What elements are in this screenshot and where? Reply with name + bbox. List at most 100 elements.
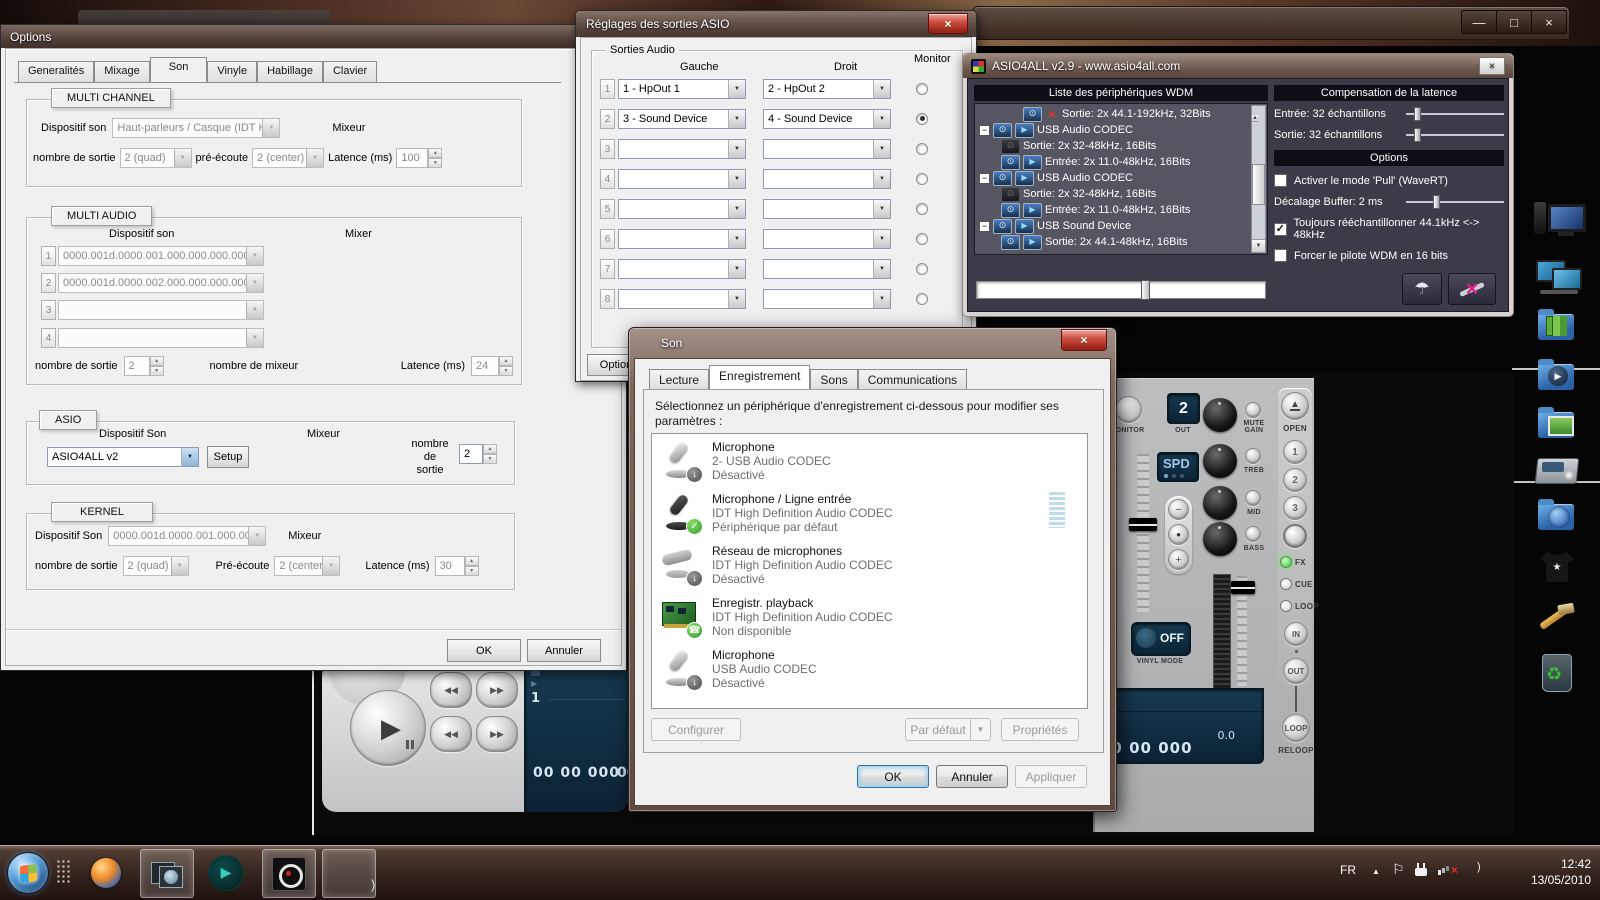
slider-handle[interactable] [1414, 128, 1421, 142]
monitor-radio-8[interactable] [916, 293, 928, 305]
mc-preecoute-combo[interactable]: 2 (center)▼ [252, 148, 324, 168]
cancel-button[interactable]: Annuler [936, 765, 1008, 788]
hotcue-1-button[interactable]: 1 [1283, 440, 1307, 464]
desktop-icon-pictures-folder[interactable] [1532, 404, 1584, 450]
taskbar-browser-button[interactable] [80, 849, 132, 896]
collapse-icon[interactable]: − [979, 221, 990, 232]
chevron-down-icon[interactable]: ▼ [873, 260, 890, 278]
tree-item-label[interactable]: USB Audio CODEC [1037, 124, 1133, 136]
desktop-icon-computer[interactable] [1532, 196, 1584, 242]
chevron-down-icon[interactable]: ▼ [873, 170, 890, 188]
ma-device-combo-2[interactable]: 0000.001d.0000.002.000.000.000.000.000▼ [58, 273, 264, 293]
mc-latency-spinner[interactable]: 100 ▲▼ [396, 148, 442, 168]
latency-out-slider[interactable] [1406, 128, 1504, 142]
maximize-icon[interactable]: □ [1496, 10, 1532, 34]
asio-setup-button[interactable]: Setup [207, 446, 249, 468]
action-center-flag-icon[interactable]: ⚐ [1392, 861, 1405, 878]
device-row-4[interactable]: ☎ Enregistr. playback IDT High Definitio… [652, 590, 1087, 642]
power-icon-off[interactable]: ⊙ [1001, 187, 1020, 202]
device-row-3[interactable]: ↓ Réseau de microphones IDT High Definit… [652, 538, 1087, 590]
tree-item-label[interactable]: Sortie: 2x 44.1-48kHz, 16Bits [1045, 236, 1187, 248]
fast-forward-button[interactable]: ▶▶ [476, 716, 518, 752]
chevron-down-icon[interactable]: ▼ [728, 230, 745, 248]
tree-item[interactable]: ⊙ ▶ Entrée: 2x 11.0-48kHz, 16Bits [979, 154, 1267, 170]
monitor-radio-4[interactable] [916, 173, 928, 185]
properties-button[interactable]: Propriétés [1001, 718, 1079, 741]
treble-kill-button[interactable] [1245, 448, 1261, 464]
play-icon[interactable]: ▶ [1023, 235, 1042, 250]
chevron-down-icon[interactable]: ▼ [873, 110, 890, 128]
chevron-down-icon[interactable]: ▼ [873, 140, 890, 158]
kernel-outputs-combo[interactable]: 2 (quad)▼ [123, 556, 189, 576]
chevron-down-icon[interactable]: ▼ [873, 290, 890, 308]
scroll-thumb[interactable] [1252, 164, 1265, 205]
collapse-icon[interactable]: − [979, 125, 990, 136]
ma-outputs-spinner[interactable]: 2 ▲▼ [124, 356, 164, 376]
tab-sons[interactable]: Sons [810, 369, 857, 389]
asio4all-titlebar[interactable]: ASIO4ALL v2.9 - www.asio4all.com × [963, 54, 1513, 78]
asio-outputs-titlebar[interactable]: Réglages des sorties ASIO [576, 11, 976, 37]
help-parachute-button[interactable]: ☂ [1402, 273, 1442, 305]
chevron-down-icon[interactable]: ▼ [248, 527, 265, 545]
close-button[interactable]: × [928, 13, 968, 34]
tree-item-label[interactable]: USB Sound Device [1037, 220, 1131, 232]
spin-up-icon[interactable]: ▲ [483, 444, 497, 454]
scroll-up-icon[interactable]: ▲ [1252, 115, 1258, 122]
desktop-icon-audio-device[interactable] [1532, 450, 1584, 496]
tree-item-label[interactable]: Entrée: 2x 11.0-48kHz, 16Bits [1045, 204, 1190, 216]
monitor-radio-1[interactable] [916, 83, 928, 95]
power-icon[interactable]: ⊙ [1001, 155, 1020, 170]
tab-vinyle[interactable]: Vinyle [207, 61, 257, 82]
right-output-combo-8[interactable]: ▼ [763, 289, 891, 309]
tree-item[interactable]: − ⊙ ▶ USB Audio CODEC [979, 122, 1267, 138]
default-button[interactable]: Par défaut [905, 718, 971, 741]
mute-gain-button[interactable] [1245, 402, 1261, 418]
tab-lecture[interactable]: Lecture [649, 369, 709, 389]
left-output-combo-8[interactable]: ▼ [618, 289, 746, 309]
cue-led[interactable] [1280, 578, 1292, 590]
tree-item-label[interactable]: Sortie: 2x 32-48kHz, 16Bits [1023, 140, 1156, 152]
hotcue-2-button[interactable]: 2 [1283, 468, 1307, 492]
mid-knob[interactable] [1203, 486, 1237, 520]
tray-show-hidden-icons[interactable]: ▲ [1372, 867, 1380, 876]
vinyl-mode-display[interactable]: OFF [1131, 622, 1191, 656]
chevron-down-icon[interactable]: ▼ [728, 170, 745, 188]
chevron-down-icon[interactable]: ▼ [262, 119, 279, 137]
right-output-combo-1[interactable]: 2 - HpOut 2▼ [763, 79, 891, 99]
tray-clock[interactable]: 12:42 13/05/2010 [1495, 856, 1591, 888]
network-icon[interactable]: × [1438, 863, 1456, 877]
tab-generalites[interactable]: Generalités [18, 61, 94, 82]
chevron-down-icon[interactable]: ▼ [322, 557, 339, 575]
rewind-button[interactable]: ◀◀ [430, 716, 472, 752]
monitor-radio-2[interactable] [916, 113, 928, 125]
left-output-combo-7[interactable]: ▼ [618, 259, 746, 279]
collapse-icon[interactable]: − [979, 173, 990, 184]
desktop-icon-tshirt[interactable]: ★ [1532, 546, 1584, 592]
spin-up-icon[interactable]: ▲ [465, 556, 479, 566]
bass-knob[interactable] [1203, 522, 1237, 556]
chevron-down-icon[interactable]: ▼ [728, 290, 745, 308]
buffer-offset-slider[interactable] [1406, 195, 1504, 209]
advanced-mode-button[interactable]: × [1448, 273, 1496, 305]
device-row-1[interactable]: ↓ Microphone 2- USB Audio CODEC Désactiv… [652, 434, 1087, 486]
power-icon[interactable]: ⊙ [993, 123, 1012, 138]
chevron-down-icon[interactable]: ▼ [246, 274, 263, 292]
tab-enregistrement[interactable]: Enregistrement [709, 365, 810, 389]
left-output-combo-1[interactable]: 1 - HpOut 1▼ [618, 79, 746, 99]
ma-device-combo-3[interactable]: ▼ [58, 300, 264, 320]
skip-forward-button[interactable]: ▶▶ [476, 672, 518, 708]
monitor-radio-6[interactable] [916, 233, 928, 245]
pitch-center-knob[interactable]: ● [1168, 524, 1189, 545]
right-output-combo-5[interactable]: ▼ [763, 199, 891, 219]
tab-clavier[interactable]: Clavier [323, 61, 377, 82]
tree-item[interactable]: ⊙ ▶ Sortie: 2x 44.1-48kHz, 16Bits [979, 234, 1267, 250]
options-cancel-button[interactable]: Annuler [527, 639, 601, 662]
right-output-combo-7[interactable]: ▼ [763, 259, 891, 279]
fx-led[interactable] [1280, 556, 1292, 568]
gain-knob[interactable] [1203, 398, 1237, 432]
mc-device-combo[interactable]: Haut-parleurs / Casque (IDT High▼ [112, 118, 280, 138]
desktop-icon-documents-folder[interactable] [1532, 306, 1584, 352]
options-ok-button[interactable]: OK [447, 639, 521, 662]
volume-fader-handle[interactable] [1231, 581, 1255, 594]
tab-habillage[interactable]: Habillage [257, 61, 323, 82]
